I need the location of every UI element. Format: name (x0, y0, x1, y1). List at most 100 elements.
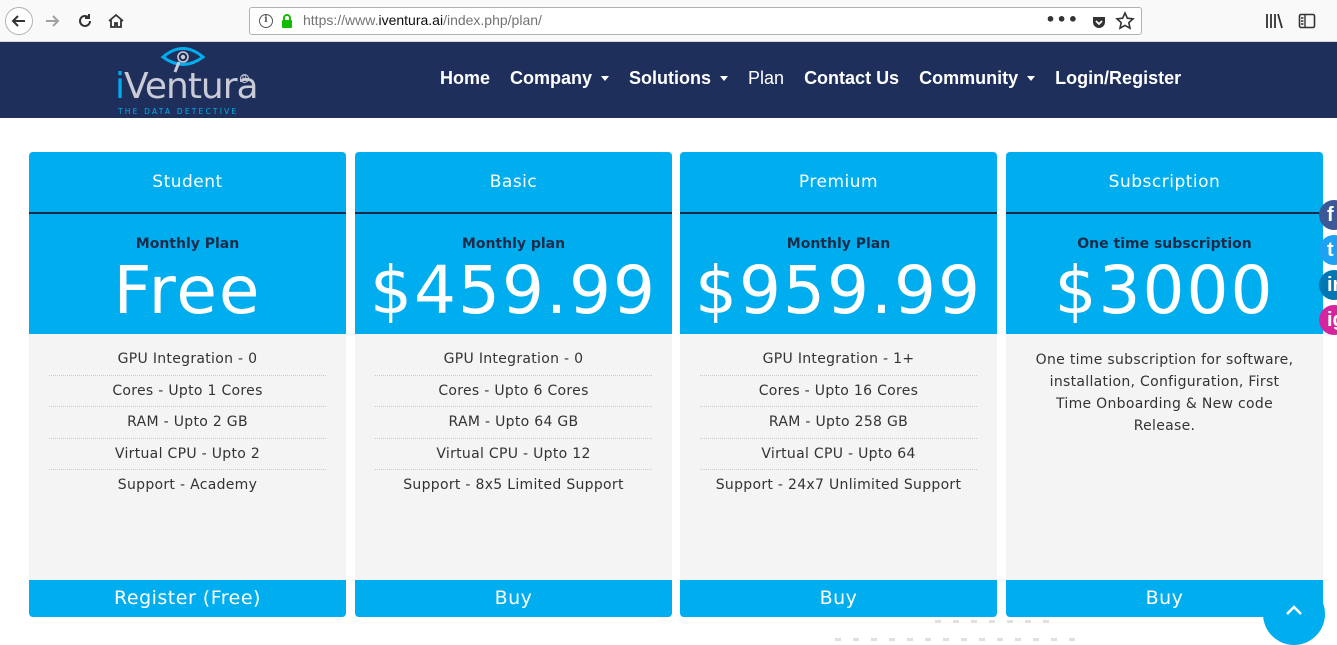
plan-period: One time subscription (1077, 236, 1252, 252)
lock-icon (282, 14, 292, 28)
home-button[interactable] (102, 7, 130, 35)
url-path: /index.php/plan/ (443, 12, 542, 28)
feature-item: Cores - Upto 1 Cores (49, 376, 326, 407)
feature-list: GPU Integration - 1+ Cores - Upto 16 Cor… (700, 344, 977, 502)
divider (680, 212, 997, 214)
social-share-bar: f t in ig (1319, 200, 1337, 340)
pocket-icon[interactable] (1091, 14, 1107, 30)
linkedin-icon[interactable]: in (1319, 270, 1337, 300)
feature-item: Cores - Upto 16 Cores (700, 376, 977, 407)
facebook-icon[interactable]: f (1319, 200, 1337, 230)
instagram-icon[interactable]: ig (1319, 305, 1337, 335)
address-bar[interactable]: i https://www.iventura.ai/index.php/plan… (249, 7, 1142, 35)
feature-item: Cores - Upto 6 Cores (375, 376, 652, 407)
feature-item: RAM - Upto 2 GB (49, 407, 326, 439)
feature-item: Support - 8x5 Limited Support (403, 477, 624, 493)
sidebar-icon[interactable] (1298, 12, 1316, 30)
nav-plan[interactable]: Plan (748, 68, 784, 89)
plan-header: Basic Monthly plan $459.99 (355, 152, 672, 334)
plan-period: Monthly plan (461, 236, 566, 252)
feature-list: GPU Integration - 0 Cores - Upto 1 Cores… (49, 344, 326, 502)
nav-solutions[interactable]: Solutions (629, 68, 729, 89)
caret-down-icon (1027, 76, 1036, 81)
nav-label: Solutions (629, 68, 712, 88)
logo-tagline: THE DATA DETECTIVE (118, 107, 239, 116)
plan-card-subscription: Subscription One time subscription $3000… (1006, 152, 1323, 617)
plan-card-student: Student Monthly Plan Free GPU Integratio… (29, 152, 346, 617)
buy-basic-button[interactable]: Buy (355, 580, 672, 617)
nav-label: Login/Register (1055, 68, 1182, 88)
plan-title: Basic (489, 172, 538, 192)
url-prefix: https://www. (303, 12, 379, 28)
arrow-right-icon (46, 15, 60, 27)
divider (355, 212, 672, 214)
back-button[interactable] (5, 7, 33, 35)
url-text: https://www.iventura.ai/index.php/plan/ (303, 12, 542, 28)
feature-item: Virtual CPU - Upto 2 (49, 439, 326, 470)
registered-mark: R (240, 74, 249, 83)
plan-description: One time subscription for software, inst… (1035, 352, 1294, 434)
reload-icon (79, 14, 91, 27)
divider (29, 212, 346, 214)
scroll-to-top-button[interactable] (1263, 583, 1325, 645)
plan-header: Subscription One time subscription $3000 (1006, 152, 1323, 334)
buy-premium-button[interactable]: Buy (680, 580, 997, 617)
nav-login-register[interactable]: Login/Register (1055, 68, 1181, 89)
plan-header: Student Monthly Plan Free (29, 152, 346, 334)
page-actions-icon[interactable]: ••• (1045, 10, 1079, 29)
reload-button[interactable] (71, 7, 99, 35)
decorative-dots (835, 620, 1075, 641)
arrow-left-icon (11, 15, 25, 27)
plan-price: $3000 (1054, 252, 1275, 329)
feature-item: RAM - Upto 258 GB (700, 407, 977, 439)
plan-price: Free (113, 252, 262, 329)
main-nav: Home Company Solutions Plan Contact Us C… (440, 68, 1201, 89)
plan-title: Premium (798, 172, 879, 192)
feature-item: Support - 24x7 Unlimited Support (715, 477, 962, 493)
url-domain: iventura.ai (378, 12, 444, 28)
plan-title: Subscription (1108, 172, 1221, 192)
feature-item: GPU Integration - 1+ (700, 344, 977, 376)
nav-label: Home (440, 68, 491, 88)
nav-label: Company (510, 68, 593, 88)
nav-label: Community (919, 68, 1019, 88)
plan-card-basic: Basic Monthly plan $459.99 GPU Integrati… (355, 152, 672, 617)
plan-header: Premium Monthly Plan $959.99 (680, 152, 997, 334)
browser-toolbar: i https://www.iventura.ai/index.php/plan… (0, 0, 1337, 42)
caret-down-icon (720, 76, 729, 81)
register-free-button[interactable]: Register (Free) (29, 580, 346, 617)
logo-wordmark: iVentura (115, 66, 259, 107)
nav-company[interactable]: Company (510, 68, 610, 89)
twitter-icon[interactable]: t (1319, 235, 1337, 265)
plan-period: Monthly Plan (786, 236, 891, 252)
nav-community[interactable]: Community (919, 68, 1036, 89)
chevron-up-icon (1286, 605, 1302, 615)
feature-list: GPU Integration - 0 Cores - Upto 6 Cores… (375, 344, 652, 502)
feature-item: RAM - Upto 64 GB (375, 407, 652, 439)
feature-item: Virtual CPU - Upto 64 (700, 439, 977, 470)
logo-i: i (115, 66, 125, 107)
bookmark-star-icon[interactable] (1115, 11, 1135, 31)
plan-period: Monthly Plan (135, 236, 240, 252)
plan-title: Student (152, 172, 223, 192)
info-icon[interactable]: i (259, 14, 273, 28)
feature-item: GPU Integration - 0 (375, 344, 652, 376)
plan-price: $459.99 (370, 252, 657, 329)
nav-contact-us[interactable]: Contact Us (804, 68, 899, 89)
feature-item: GPU Integration - 0 (49, 344, 326, 376)
forward-button[interactable] (38, 7, 66, 35)
nav-label: Contact Us (804, 68, 900, 88)
nav-label: Plan (748, 68, 785, 88)
feature-item: Support - Academy (117, 477, 258, 493)
divider (1006, 212, 1323, 214)
plan-price: $959.99 (695, 252, 982, 329)
plan-card-premium: Premium Monthly Plan $959.99 GPU Integra… (680, 152, 997, 617)
logo-name: Ventura (124, 66, 259, 107)
nav-home[interactable]: Home (440, 68, 490, 89)
feature-item: Virtual CPU - Upto 12 (375, 439, 652, 470)
library-icon[interactable] (1265, 12, 1285, 30)
caret-down-icon (601, 76, 610, 81)
site-header: iVentura R THE DATA DETECTIVE Home Compa… (0, 42, 1337, 118)
home-icon (108, 13, 124, 28)
site-logo[interactable]: iVentura R THE DATA DETECTIVE (115, 46, 259, 116)
